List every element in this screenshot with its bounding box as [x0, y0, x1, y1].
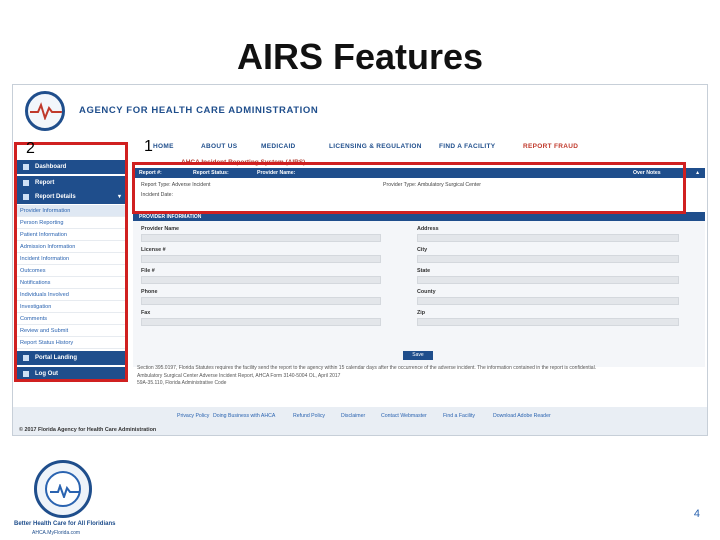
agency-name: AGENCY FOR HEALTH CARE ADMINISTRATION — [79, 105, 319, 116]
nav-home[interactable]: HOME — [153, 143, 174, 150]
zip-label: Zip — [417, 310, 426, 316]
phone-field[interactable] — [141, 297, 381, 305]
footer-link[interactable]: Disclaimer — [341, 413, 365, 419]
provider-name-label: Provider Name — [141, 226, 180, 232]
nav-medicaid[interactable]: MEDICAID — [261, 143, 296, 150]
annotation-label-2: 2 — [26, 140, 35, 157]
seal-inner — [45, 471, 81, 507]
city-field[interactable] — [417, 255, 679, 263]
notice-line: Section 395.0197, Florida Statutes requi… — [137, 365, 597, 371]
nav-licensing[interactable]: LICENSING & REGULATION — [329, 143, 422, 150]
branding-website: AHCA.MyFlorida.com — [32, 530, 81, 536]
file-label: File # — [141, 268, 155, 274]
footer-link[interactable]: Refund Policy — [293, 413, 325, 419]
state-field[interactable] — [417, 276, 679, 284]
top-nav: HOME ABOUT US MEDICAID LICENSING & REGUL… — [133, 143, 707, 157]
county-field[interactable] — [417, 297, 679, 305]
address-label: Address — [417, 226, 439, 232]
notice-line: Ambulatory Surgical Center Adverse Incid… — [137, 372, 341, 379]
annotation-box-2 — [14, 142, 128, 382]
nav-about-us[interactable]: ABOUT US — [201, 143, 237, 150]
phone-label: Phone — [141, 289, 158, 295]
branding-tagline: Better Health Care for All Floridians — [14, 521, 116, 527]
notice-line: 59A-35.110, Florida Administrative Code — [137, 380, 227, 386]
provider-form: Provider Name Address License # City Fil… — [133, 221, 705, 367]
nav-find-facility[interactable]: FIND A FACILITY — [439, 143, 495, 150]
fax-field[interactable] — [141, 318, 381, 326]
city-label: City — [417, 247, 428, 253]
site-footer: Privacy Policy Doing Business with AHCA … — [13, 407, 707, 435]
license-label: License # — [141, 247, 166, 253]
site-header: AGENCY FOR HEALTH CARE ADMINISTRATION — [13, 85, 707, 137]
footer-link[interactable]: Doing Business with AHCA — [213, 413, 275, 419]
provider-name-field[interactable] — [141, 234, 381, 242]
footer-link[interactable]: Privacy Policy — [177, 413, 209, 419]
ahca-logo[interactable] — [25, 91, 65, 131]
annotation-box-1 — [132, 162, 686, 214]
footer-link[interactable]: Download Adobe Reader — [493, 413, 551, 419]
annotation-label-1: 1 — [144, 138, 153, 155]
county-label: County — [417, 289, 436, 295]
save-button[interactable]: Save — [403, 351, 433, 360]
file-field[interactable] — [141, 276, 381, 284]
page-number: 4 — [693, 508, 700, 520]
collapse-icon[interactable]: ▲ — [695, 170, 700, 176]
license-field[interactable] — [141, 255, 381, 263]
state-label: State — [417, 268, 431, 274]
statutory-notice: Section 395.0197, Florida Statutes requi… — [133, 365, 705, 399]
footer-link[interactable]: Find a Facility — [443, 413, 475, 419]
copyright: © 2017 Florida Agency for Health Care Ad… — [19, 427, 157, 433]
heartbeat-icon — [30, 102, 62, 120]
slide-title: AIRS Features — [236, 36, 484, 77]
nav-report-fraud[interactable]: REPORT FRAUD — [523, 143, 578, 150]
ahca-seal-logo — [34, 460, 92, 518]
footer-link[interactable]: Contact Webmaster — [381, 413, 427, 419]
zip-field[interactable] — [417, 318, 679, 326]
address-field[interactable] — [417, 234, 679, 242]
fax-label: Fax — [141, 310, 151, 316]
heartbeat-icon — [50, 484, 80, 498]
